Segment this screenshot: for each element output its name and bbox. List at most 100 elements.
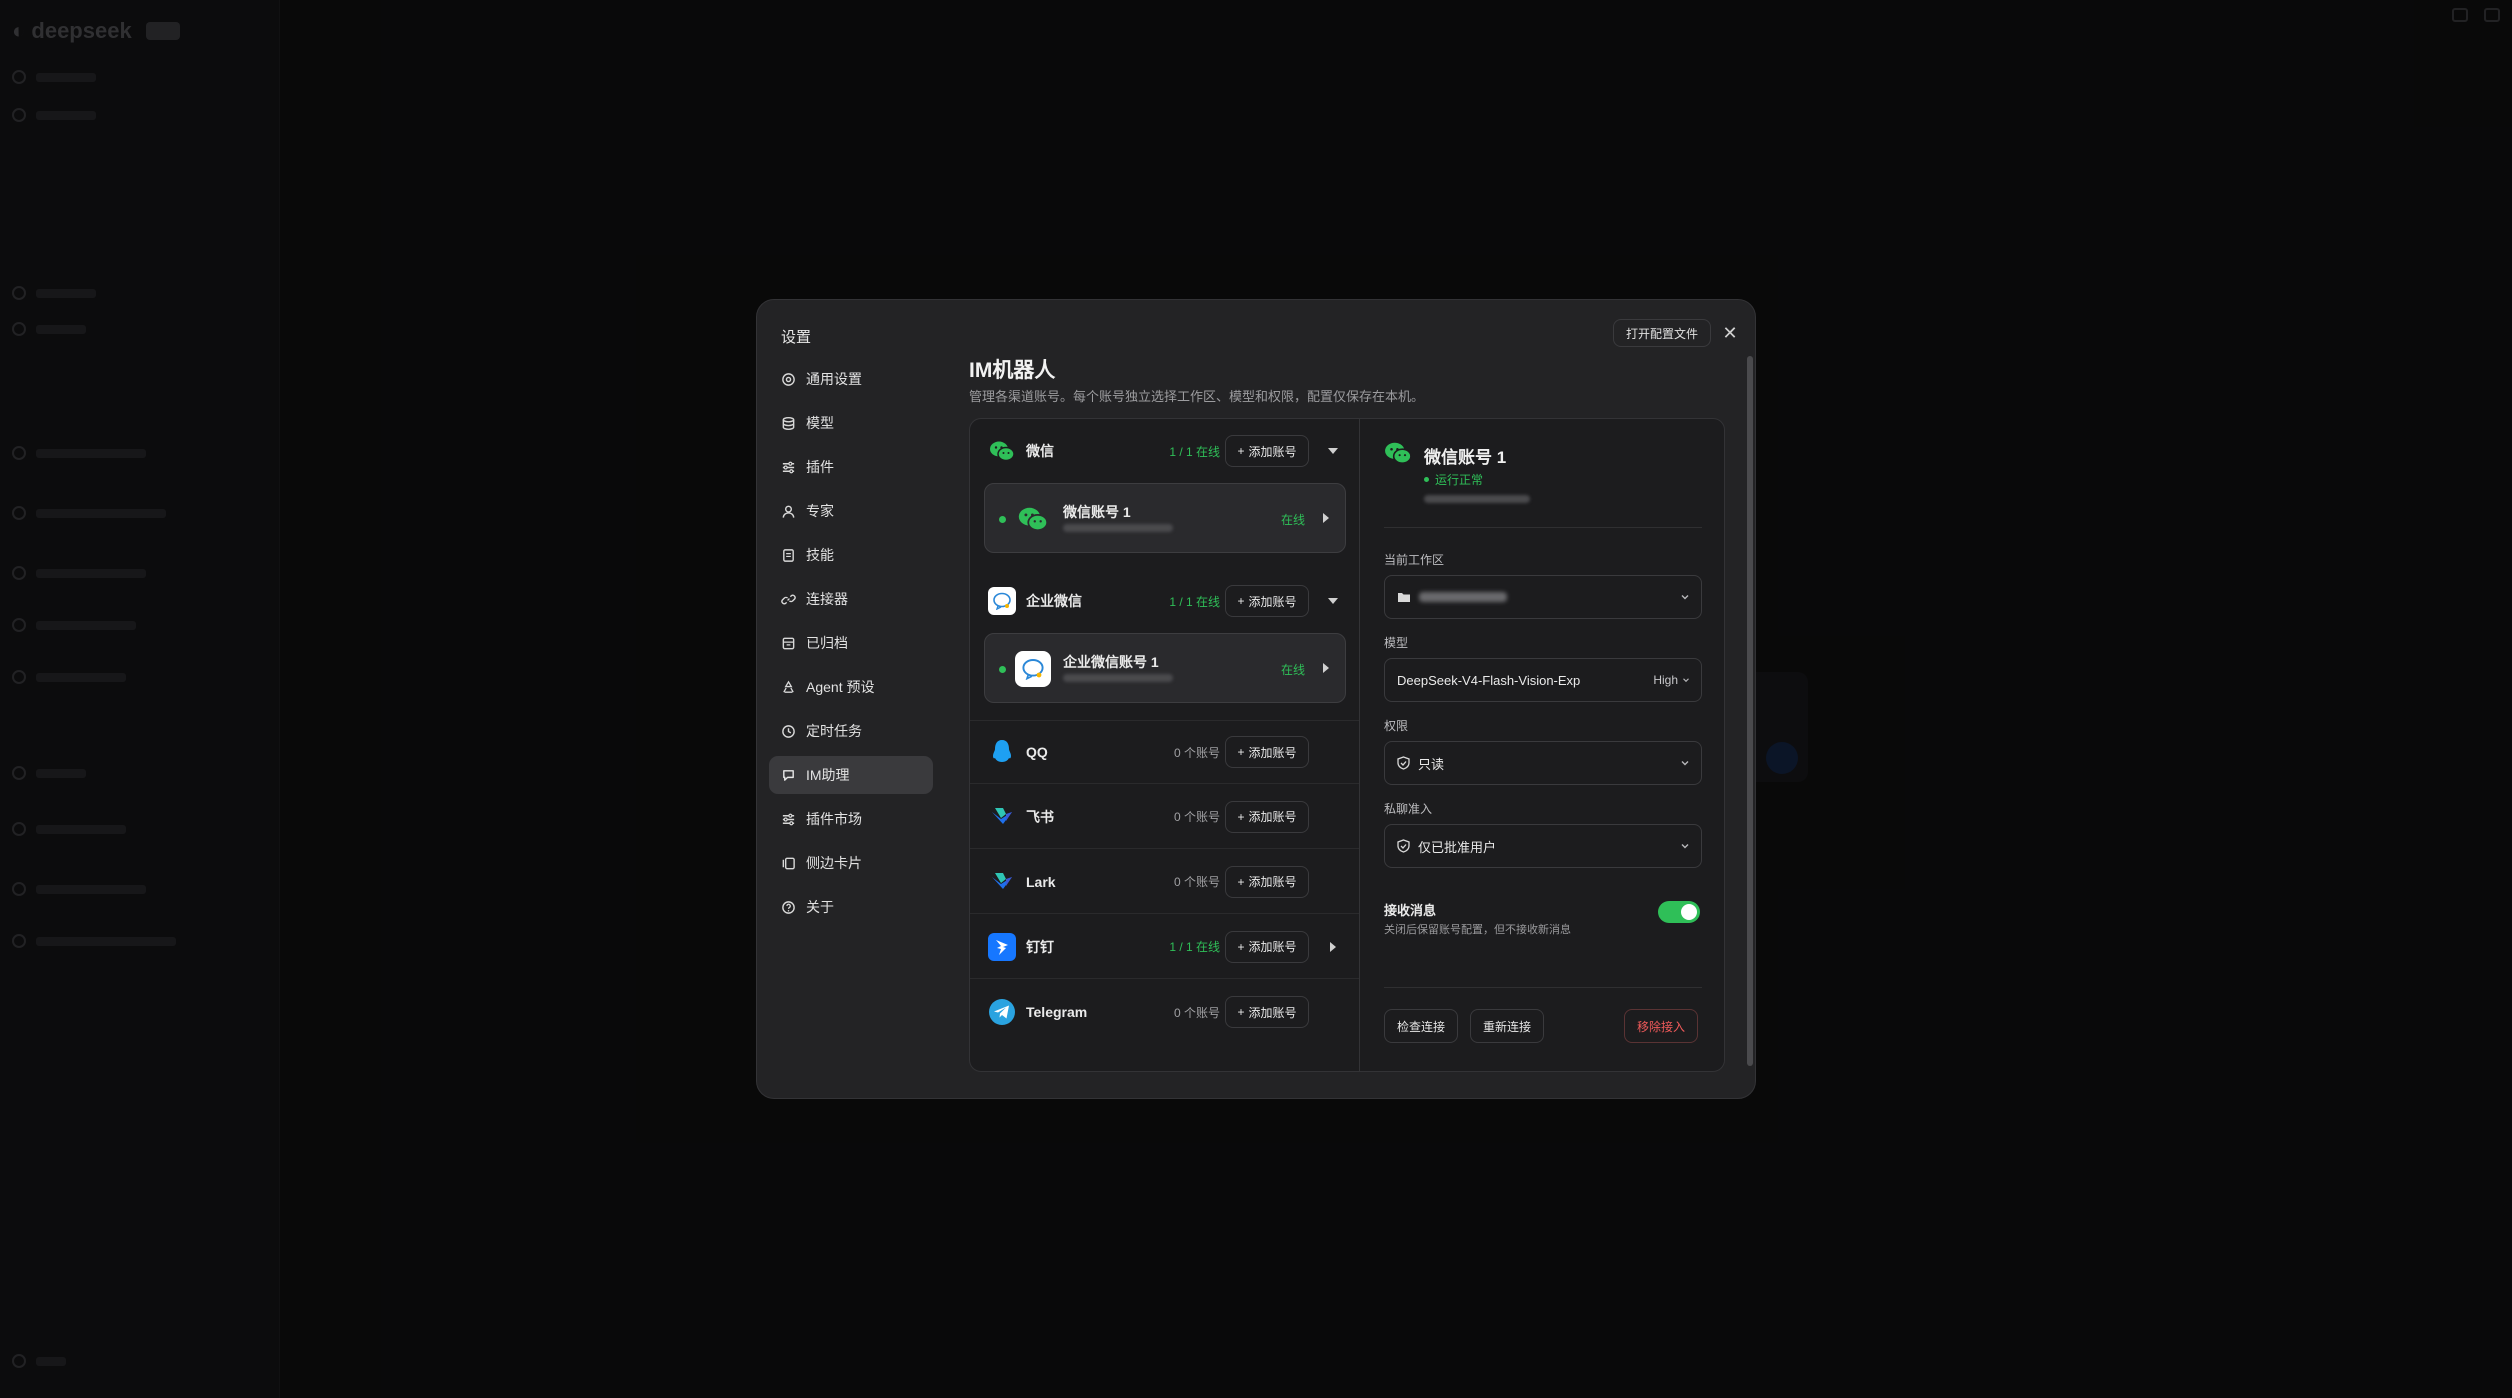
model-label: 模型: [1384, 636, 1409, 650]
platform-row-telegram[interactable]: Telegram 0 个账号 + 添加账号: [970, 980, 1359, 1044]
plus-icon: +: [1237, 1005, 1245, 1019]
chevron-down-icon[interactable]: [1326, 444, 1340, 458]
nav-item-label: IM助理: [806, 767, 850, 783]
model-value: DeepSeek-V4-Flash-Vision-Exp: [1397, 672, 1581, 688]
platform-row-dingtalk[interactable]: 钉钉 1 / 1 在线 + 添加账号: [970, 915, 1359, 979]
add-account-button[interactable]: + 添加账号: [1225, 996, 1309, 1028]
nav-item-experts[interactable]: 专家: [769, 492, 933, 530]
nav-item-general[interactable]: 通用设置: [769, 360, 933, 398]
plus-icon: +: [1237, 444, 1245, 458]
receive-messages-description: 关闭后保留账号配置，但不接收新消息: [1384, 924, 1571, 936]
account-card-wecom[interactable]: 企业微信账号 1 在线: [984, 633, 1346, 703]
add-account-label: 添加账号: [1248, 594, 1297, 609]
archive-icon: [782, 637, 795, 649]
platform-name: 飞书: [1026, 808, 1054, 825]
workspace-name-redacted: [1419, 592, 1507, 602]
gear-icon: [782, 372, 795, 386]
chevron-right-icon: [1323, 663, 1329, 673]
account-card-wechat[interactable]: 微信账号 1 在线: [984, 483, 1346, 553]
nav-item-side-cards[interactable]: 侧边卡片: [769, 844, 933, 882]
card-icon: [782, 857, 795, 869]
plus-icon: +: [1237, 939, 1245, 954]
shield-icon: [1397, 839, 1410, 853]
platform-count: 1 / 1 在线: [1169, 940, 1220, 954]
nav-item-label: 插件市场: [806, 811, 862, 827]
settings-nav: 通用设置 模型 插件 专家 技能 连接器 已归档 Agent 预设 定时任务 I…: [769, 360, 933, 932]
add-account-button[interactable]: + 添加账号: [1225, 865, 1309, 898]
platform-row-feishu[interactable]: 飞书 0 个账号 + 添加账号: [970, 785, 1359, 849]
database-icon: [782, 416, 795, 430]
help-icon: [782, 900, 795, 914]
permission-label: 权限: [1384, 719, 1409, 733]
link-icon: [781, 594, 796, 604]
modal-scrollbar[interactable]: [1747, 356, 1753, 1066]
add-account-button[interactable]: + 添加账号: [1225, 585, 1309, 617]
account-status: 在线: [1281, 513, 1306, 527]
nav-item-label: 专家: [806, 503, 834, 519]
sliders-icon: [782, 813, 795, 825]
platform-row-lark[interactable]: Lark 0 个账号 + 添加账号: [970, 850, 1359, 914]
platform-count: 0 个账号: [1173, 810, 1220, 824]
nav-item-agent-presets[interactable]: Agent 预设: [769, 668, 933, 706]
add-account-button[interactable]: + 添加账号: [1225, 930, 1309, 963]
permission-select[interactable]: 只读: [1384, 741, 1702, 785]
remove-integration-button[interactable]: 移除接入: [1624, 1009, 1699, 1043]
nav-item-skills[interactable]: 技能: [769, 536, 933, 574]
platform-row-qq[interactable]: QQ 0 个账号 + 添加账号: [970, 720, 1359, 784]
account-id-redacted: [1063, 674, 1173, 682]
effort-select[interactable]: High: [1653, 673, 1691, 687]
receive-messages-toggle[interactable]: [1658, 901, 1700, 923]
platform-row-wechat[interactable]: 微信 1 / 1 在线 + 添加账号: [970, 419, 1359, 483]
account-name: 微信账号 1: [1063, 504, 1131, 520]
platform-name: Lark: [1026, 873, 1056, 890]
wechat-icon: [988, 437, 1016, 465]
effort-value: High: [1653, 673, 1678, 687]
account-name: 企业微信账号 1: [1063, 654, 1159, 670]
platform-row-wecom[interactable]: 企业微信 1 / 1 在线 + 添加账号: [970, 569, 1359, 633]
close-icon[interactable]: ✕: [1719, 322, 1741, 344]
dm-access-value: 仅已批准用户: [1418, 839, 1497, 855]
chevron-down-icon: [1681, 595, 1689, 600]
plus-icon: +: [1237, 745, 1245, 759]
account-detail-panel: 微信账号 1 运行正常 当前工作区 模型 DeepSeek-V4-Flash-V…: [1359, 418, 1725, 1072]
qq-icon: [988, 738, 1016, 766]
platform-count: 0 个账号: [1173, 1005, 1220, 1020]
permission-value: 只读: [1418, 756, 1445, 772]
nav-item-scheduled-tasks[interactable]: 定时任务: [769, 712, 933, 750]
plus-icon: +: [1237, 809, 1245, 824]
plus-icon: +: [1237, 594, 1245, 608]
nav-item-archived[interactable]: 已归档: [769, 624, 933, 662]
add-account-button[interactable]: + 添加账号: [1225, 435, 1309, 467]
add-account-label: 添加账号: [1248, 1005, 1297, 1020]
dm-access-select[interactable]: 仅已批准用户: [1384, 824, 1702, 868]
platform-name: Telegram: [1026, 1004, 1088, 1020]
platform-name: QQ: [1026, 744, 1048, 760]
add-account-label: 添加账号: [1248, 810, 1297, 824]
reconnect-button[interactable]: 重新连接: [1470, 1009, 1545, 1043]
add-account-label: 添加账号: [1248, 745, 1297, 760]
nav-item-plugin-market[interactable]: 插件市场: [769, 800, 933, 838]
nav-item-connectors[interactable]: 连接器: [769, 580, 933, 618]
chevron-down-icon[interactable]: [1326, 594, 1340, 608]
open-config-button[interactable]: 打开配置文件: [1613, 319, 1712, 347]
check-connection-button[interactable]: 检查连接: [1384, 1009, 1459, 1043]
chevron-right-icon: [1323, 513, 1329, 523]
nav-item-about[interactable]: 关于: [769, 888, 933, 926]
feishu-icon: [988, 803, 1016, 831]
user-icon: [782, 505, 795, 518]
nav-item-plugins[interactable]: 插件: [769, 448, 933, 486]
add-account-button[interactable]: + 添加账号: [1225, 800, 1309, 833]
nav-item-label: Agent 预设: [806, 679, 875, 695]
wecom-icon: [988, 587, 1016, 615]
chevron-right-icon[interactable]: [1326, 940, 1340, 954]
account-id-redacted: [1063, 524, 1173, 532]
online-dot: [999, 666, 1006, 673]
nav-item-im-assistant[interactable]: IM助理: [769, 756, 933, 794]
model-select[interactable]: DeepSeek-V4-Flash-Vision-Exp High: [1384, 658, 1702, 702]
wechat-icon: [1384, 441, 1412, 469]
nav-item-label: 定时任务: [806, 723, 862, 739]
account-status: 在线: [1281, 663, 1306, 677]
add-account-button[interactable]: + 添加账号: [1225, 736, 1309, 768]
nav-item-model[interactable]: 模型: [769, 404, 933, 442]
workspace-select[interactable]: [1384, 575, 1702, 619]
